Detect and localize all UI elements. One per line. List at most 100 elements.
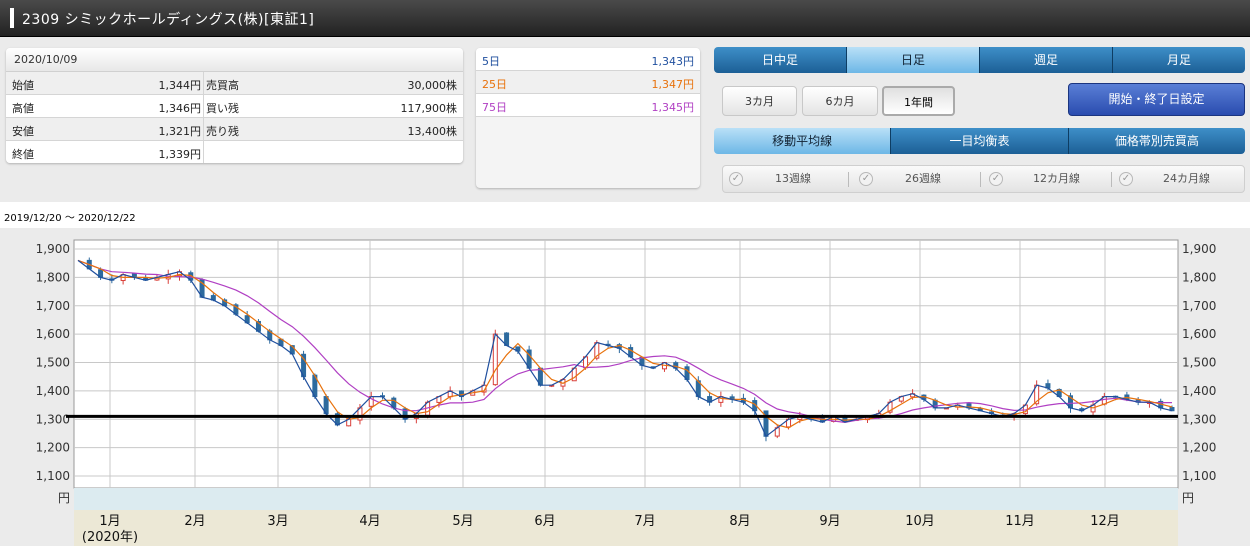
y-unit-label: 円 (1182, 491, 1194, 505)
divider (848, 172, 849, 187)
check-icon: ✓ (989, 172, 1003, 186)
date-range-label: 2019/12/20 〜 2020/12/22 (4, 213, 136, 224)
volume-strip (74, 488, 1178, 510)
quote-label: 買い残 (206, 102, 239, 115)
tab-daily[interactable]: 日足 (847, 47, 980, 73)
ma-label: 5日 (482, 55, 500, 68)
tab-moving-average[interactable]: 移動平均線 (714, 128, 892, 154)
x-month-label: 10月 (905, 514, 935, 529)
quote-value: 1,344円 (158, 79, 202, 92)
quote-label: 始値 (12, 79, 34, 92)
quote-label: 売買高 (206, 79, 239, 92)
check-icon: ✓ (859, 172, 873, 186)
option-24month[interactable]: ✓ 24カ月線 (1113, 166, 1243, 192)
tab-monthly[interactable]: 月足 (1113, 47, 1245, 73)
y-tick-label: 1,900 (36, 242, 70, 256)
y-tick-label: 1,500 (1182, 356, 1216, 370)
x-month-label: 6月 (534, 514, 555, 529)
quote-value: 1,346円 (158, 102, 202, 115)
ma-value: 1,347円 (651, 78, 695, 91)
tab-ichimoku[interactable]: 一目均衡表 (891, 128, 1069, 154)
ma-row-5: 5日 1,343円 (476, 48, 700, 71)
quote-row: 始値 1,344円 売買高 30,000株 (6, 72, 463, 95)
x-month-label: 11月 (1005, 514, 1035, 529)
y-tick-label: 1,200 (36, 441, 70, 455)
quote-row: 高値 1,346円 買い残 117,900株 (6, 95, 463, 118)
quote-value: 117,900株 (400, 102, 458, 115)
quote-label: 安値 (12, 125, 34, 138)
option-label: 26週線 (905, 172, 941, 185)
option-13week[interactable]: ✓ 13週線 (723, 166, 848, 192)
option-26week[interactable]: ✓ 26週線 (853, 166, 978, 192)
y-tick-label: 1,400 (1182, 384, 1216, 398)
x-month-label: 8月 (729, 514, 750, 529)
y-tick-label: 1,300 (1182, 412, 1216, 426)
period-3m-button[interactable]: 3カ月 (722, 86, 797, 116)
ma-panel: 5日 1,343円 25日 1,347円 75日 1,345円 (476, 48, 700, 188)
quote-panel: 2020/10/09 始値 1,344円 売買高 30,000株 高値 1,34… (6, 48, 463, 163)
x-month-label: 3月 (267, 514, 288, 529)
page-title: 2309 シミックホールディングス(株)[東証1] (22, 12, 315, 28)
option-label: 12カ月線 (1033, 172, 1080, 185)
x-month-label: 7月 (634, 514, 655, 529)
title-accent (10, 8, 14, 28)
y-tick-label: 1,700 (1182, 299, 1216, 313)
quote-value: 1,321円 (158, 125, 202, 138)
y-tick-label: 1,200 (1182, 441, 1216, 455)
y-tick-label: 1,300 (36, 412, 70, 426)
ma-label: 75日 (482, 101, 507, 114)
y-tick-label: 1,500 (36, 356, 70, 370)
ma-value: 1,343円 (651, 55, 695, 68)
year-label: (2020年) (82, 530, 138, 545)
y-tick-label: 1,800 (1182, 270, 1216, 284)
ma-row-75: 75日 1,345円 (476, 94, 700, 117)
tab-weekly[interactable]: 週足 (980, 47, 1113, 73)
y-tick-label: 1,700 (36, 299, 70, 313)
x-month-label: 5月 (452, 514, 473, 529)
period-6m-button[interactable]: 6カ月 (802, 86, 878, 116)
check-icon: ✓ (729, 172, 743, 186)
ma-options-bar: ✓ 13週線 ✓ 26週線 ✓ 12カ月線 ✓ 24カ月線 (722, 165, 1245, 193)
period-1y-button[interactable]: 1年間 (882, 86, 955, 116)
indicator-tabs: 移動平均線 一目均衡表 価格帯別売買高 (714, 128, 1245, 154)
y-tick-label: 1,600 (36, 327, 70, 341)
period-type-tabs: 日中足 日足 週足 月足 (714, 47, 1245, 73)
check-icon: ✓ (1119, 172, 1133, 186)
ma-label: 25日 (482, 78, 507, 91)
option-label: 24カ月線 (1163, 172, 1210, 185)
quote-row: 終値 1,339円 (6, 141, 463, 163)
x-month-label: 4月 (359, 514, 380, 529)
quote-label: 売り残 (206, 125, 239, 138)
quote-row: 安値 1,321円 売り残 13,400株 (6, 118, 463, 141)
option-label: 13週線 (775, 172, 811, 185)
ma-value: 1,345円 (651, 101, 695, 114)
y-tick-label: 1,100 (36, 469, 70, 483)
chart-area: 1,900 1,900 1,800 1,800 1,700 1,700 1,600 1,600… (0, 228, 1250, 546)
y-tick-label: 1,400 (36, 384, 70, 398)
quote-value: 30,000株 (407, 79, 458, 92)
divider (1111, 172, 1112, 187)
y-tick-label: 1,800 (36, 270, 70, 284)
quote-value: 1,339円 (158, 148, 202, 161)
app-root: 2309 シミックホールディングス(株)[東証1] 2020/10/09 始値 … (0, 0, 1250, 546)
price-chart: 1,900 1,900 1,800 1,800 1,700 1,700 1,600 1,600… (36, 239, 1216, 546)
x-month-label: 2月 (184, 514, 205, 529)
x-month-label: 12月 (1090, 514, 1120, 529)
y-tick-label: 1,600 (1182, 327, 1216, 341)
tab-intraday[interactable]: 日中足 (714, 47, 847, 73)
option-12month[interactable]: ✓ 12カ月線 (983, 166, 1108, 192)
divider (980, 172, 981, 187)
title-bar: 2309 シミックホールディングス(株)[東証1] (0, 0, 1250, 37)
y-tick-label: 1,900 (1182, 242, 1216, 256)
x-month-label: 1月 (99, 514, 120, 529)
y-unit-label: 円 (58, 491, 70, 505)
quote-value: 13,400株 (407, 125, 458, 138)
quote-label: 終値 (12, 148, 34, 161)
tab-volume-profile[interactable]: 価格帯別売買高 (1068, 128, 1245, 154)
quote-date: 2020/10/09 (6, 48, 463, 72)
x-month-label: 9月 (819, 514, 840, 529)
y-tick-label: 1,100 (1182, 469, 1216, 483)
date-setting-button[interactable]: 開始・終了日設定 (1068, 83, 1245, 116)
ma-row-25: 25日 1,347円 (476, 71, 700, 94)
quote-label: 高値 (12, 102, 34, 115)
